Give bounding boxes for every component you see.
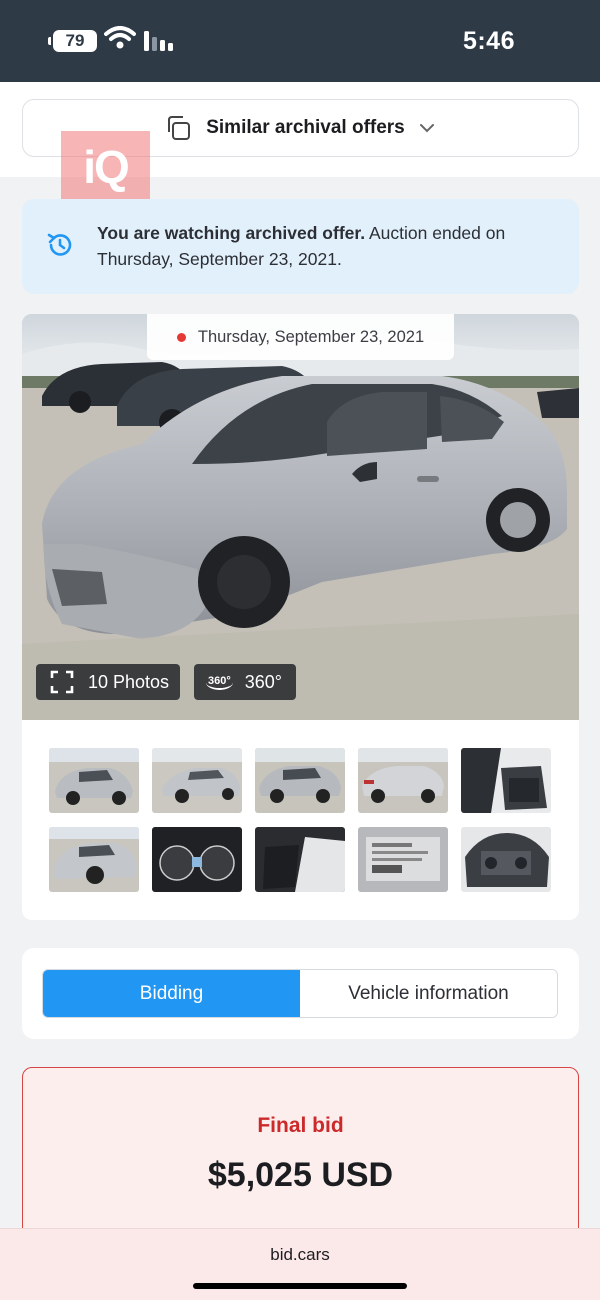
photos-button-label: 10 Photos [88, 671, 170, 692]
tab-bidding[interactable]: Bidding [43, 970, 300, 1017]
photo-gallery: Thursday, September 23, 2021 10 Photos 3… [22, 314, 579, 920]
page-content: Similar archival offers iQ You are watch… [0, 82, 600, 1230]
clock: 5:46 [462, 27, 515, 55]
browser-bottom-bar: bid.cars [0, 1228, 600, 1300]
rotate-360-icon: 360° [206, 675, 233, 690]
photos-button[interactable]: 10 Photos [36, 664, 180, 700]
wifi-icon [104, 26, 136, 49]
thumbnail-4[interactable] [358, 748, 448, 813]
thumbnail-8[interactable] [255, 827, 345, 892]
thumbnail-10[interactable] [461, 827, 551, 892]
final-bid-label: Final bid [257, 1114, 344, 1137]
archived-offer-notice: You are watching archived offer. Auction… [22, 199, 579, 294]
view-360-label: 360° [244, 671, 282, 692]
url-label[interactable]: bid.cars [0, 1245, 600, 1265]
view-360-button[interactable]: 360° 360° [194, 664, 296, 700]
thumbnail-6[interactable] [49, 827, 139, 892]
final-bid-card: Final bid $5,025 USD [22, 1067, 579, 1230]
thumbnail-2[interactable] [152, 748, 242, 813]
tab-vehicle-information[interactable]: Vehicle information [300, 970, 557, 1017]
thumbnail-1[interactable] [49, 748, 139, 813]
chevron-down-icon [419, 124, 434, 133]
tabs-section: Bidding Vehicle information [22, 948, 579, 1039]
notice-message: You are watching archived offer. Auction… [97, 220, 557, 272]
final-bid-amount: $5,025 USD [207, 1156, 394, 1194]
home-indicator[interactable] [193, 1283, 407, 1289]
thumbnail-3[interactable] [255, 748, 345, 813]
main-vehicle-photo[interactable]: Thursday, September 23, 2021 10 Photos 3… [22, 314, 579, 720]
auction-date-text: Thursday, September 23, 2021 [197, 327, 425, 346]
tab-bar: Bidding Vehicle information [42, 969, 558, 1018]
vehicle-photo-image [22, 314, 579, 720]
cellular-signal-icon [144, 31, 173, 51]
thumbnail-5[interactable] [461, 748, 551, 813]
red-dot-icon [176, 332, 186, 342]
fullscreen-icon [50, 670, 74, 694]
notice-bold-text: You are watching archived offer. [97, 223, 366, 243]
iq-watermark-logo: iQ [61, 131, 150, 204]
auction-date-label: Thursday, September 23, 2021 [147, 314, 454, 360]
copy-icon [168, 116, 191, 140]
similar-offers-label: Similar archival offers [206, 117, 405, 138]
thumbnail-7[interactable] [152, 827, 242, 892]
status-bar: 79 5:46 [0, 0, 600, 82]
thumbnail-9[interactable] [358, 827, 448, 892]
history-icon [47, 233, 72, 256]
battery-indicator: 79 [48, 30, 97, 52]
